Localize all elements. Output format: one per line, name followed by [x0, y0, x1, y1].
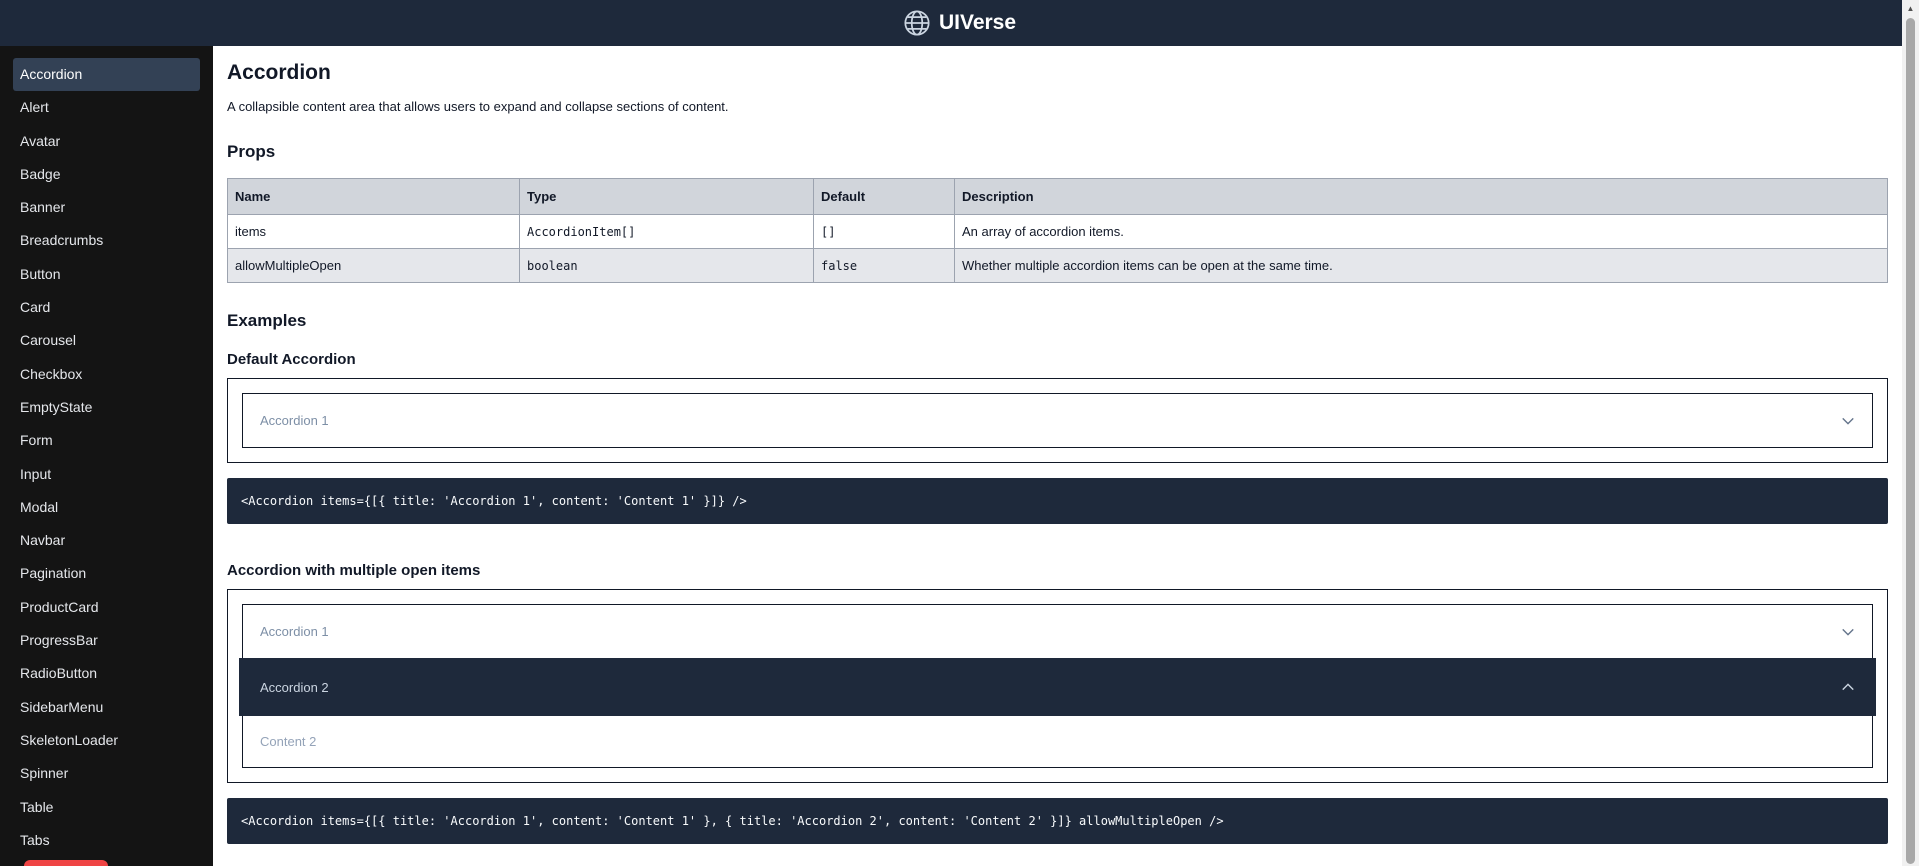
sidebar-item-input[interactable]: Input	[13, 458, 200, 491]
accordion-header-1[interactable]: Accordion 1	[243, 394, 1872, 447]
sidebar-item-emptystate[interactable]: EmptyState	[13, 391, 200, 424]
column-header: Default	[813, 178, 955, 215]
prop-name: items	[227, 214, 520, 249]
sidebar-item-breadcrumbs[interactable]: Breadcrumbs	[13, 224, 200, 257]
sidebar-item-radiobutton[interactable]: RadioButton	[13, 657, 200, 690]
sidebar-item-sidebarmenu[interactable]: SidebarMenu	[13, 691, 200, 724]
accordion-title: Accordion 2	[260, 679, 329, 695]
sidebar-item-skeletonloader[interactable]: SkeletonLoader	[13, 724, 200, 757]
prop-type: AccordionItem[]	[519, 214, 814, 249]
main-content: Accordion A collapsible content area tha…	[213, 46, 1902, 866]
column-header: Name	[227, 178, 520, 215]
accordion-title: Accordion 1	[260, 413, 329, 428]
accordion-item: Accordion 1	[242, 393, 1873, 448]
sidebar-next-item-partial[interactable]	[24, 860, 108, 866]
chevron-down-icon	[1842, 417, 1854, 425]
accordion-item: Accordion 1 Accordion 2 Content 2	[239, 604, 1876, 768]
column-header: Type	[519, 178, 814, 215]
sidebar-item-alert[interactable]: Alert	[13, 91, 200, 124]
sidebar-item-navbar[interactable]: Navbar	[13, 524, 200, 557]
sidebar-item-tabs[interactable]: Tabs	[13, 824, 200, 857]
sidebar-item-badge[interactable]: Badge	[13, 158, 200, 191]
accordion-header-2[interactable]: Accordion 2	[239, 658, 1876, 716]
table-row: allowMultipleOpen boolean false Whether …	[227, 248, 1888, 283]
page-title: Accordion	[227, 61, 331, 84]
sidebar-item-avatar[interactable]: Avatar	[13, 125, 200, 158]
sidebar-item-table[interactable]: Table	[13, 791, 200, 824]
prop-description: Whether multiple accordion items can be …	[954, 248, 1888, 283]
chevron-up-icon	[1842, 683, 1854, 691]
sidebar-item-form[interactable]: Form	[13, 424, 200, 457]
scroll-thumb[interactable]	[1906, 18, 1915, 864]
accordion-content-2: Content 2	[243, 716, 1872, 767]
prop-default: []	[813, 214, 955, 249]
scroll-up-arrow-icon[interactable]: ▲	[1902, 0, 1919, 17]
page-description: A collapsible content area that allows u…	[227, 99, 729, 114]
sidebar-item-carousel[interactable]: Carousel	[13, 324, 200, 357]
example-multiple-title: Accordion with multiple open items	[227, 562, 481, 579]
example-default-code: <Accordion items={[{ title: 'Accordion 1…	[227, 478, 1888, 524]
prop-default: false	[813, 248, 955, 283]
accordion-header-1[interactable]: Accordion 1	[243, 605, 1872, 658]
accordion-title: Accordion 1	[260, 624, 329, 639]
prop-description: An array of accordion items.	[954, 214, 1888, 249]
brand[interactable]: UIVerse	[903, 9, 1016, 37]
example-default-preview: Accordion 1	[227, 378, 1888, 463]
sidebar-item-progressbar[interactable]: ProgressBar	[13, 624, 200, 657]
brand-title: UIVerse	[938, 11, 1017, 34]
table-header-row: Name Type Default Description	[227, 178, 1888, 215]
examples-heading: Examples	[227, 311, 307, 330]
sidebar-item-accordion[interactable]: Accordion	[13, 58, 200, 92]
sidebar-item-productcard[interactable]: ProductCard	[13, 591, 200, 624]
prop-name: allowMultipleOpen	[227, 248, 520, 283]
sidebar-item-checkbox[interactable]: Checkbox	[13, 358, 200, 391]
globe-icon	[904, 10, 930, 36]
top-header: UIVerse	[0, 0, 1919, 46]
props-heading: Props	[227, 142, 276, 161]
prop-type: boolean	[519, 248, 814, 283]
table-row: items AccordionItem[] [] An array of acc…	[227, 214, 1888, 249]
sidebar-item-banner[interactable]: Banner	[13, 191, 200, 224]
page-scrollbar[interactable]: ▲	[1902, 0, 1919, 866]
sidebar: Accordion Alert Avatar Badge Banner Brea…	[0, 46, 213, 866]
sidebar-item-modal[interactable]: Modal	[13, 491, 200, 524]
props-table: Name Type Default Description items Acco…	[227, 178, 1888, 283]
example-multiple-code: <Accordion items={[{ title: 'Accordion 1…	[227, 798, 1888, 844]
column-header: Description	[954, 178, 1888, 215]
sidebar-item-button[interactable]: Button	[13, 258, 200, 291]
example-multiple-preview: Accordion 1 Accordion 2 Content 2	[227, 589, 1888, 783]
sidebar-item-spinner[interactable]: Spinner	[13, 757, 200, 790]
sidebar-item-pagination[interactable]: Pagination	[13, 557, 200, 590]
sidebar-item-card[interactable]: Card	[13, 291, 200, 324]
example-default-title: Default Accordion	[227, 351, 356, 368]
chevron-down-icon	[1842, 628, 1854, 636]
